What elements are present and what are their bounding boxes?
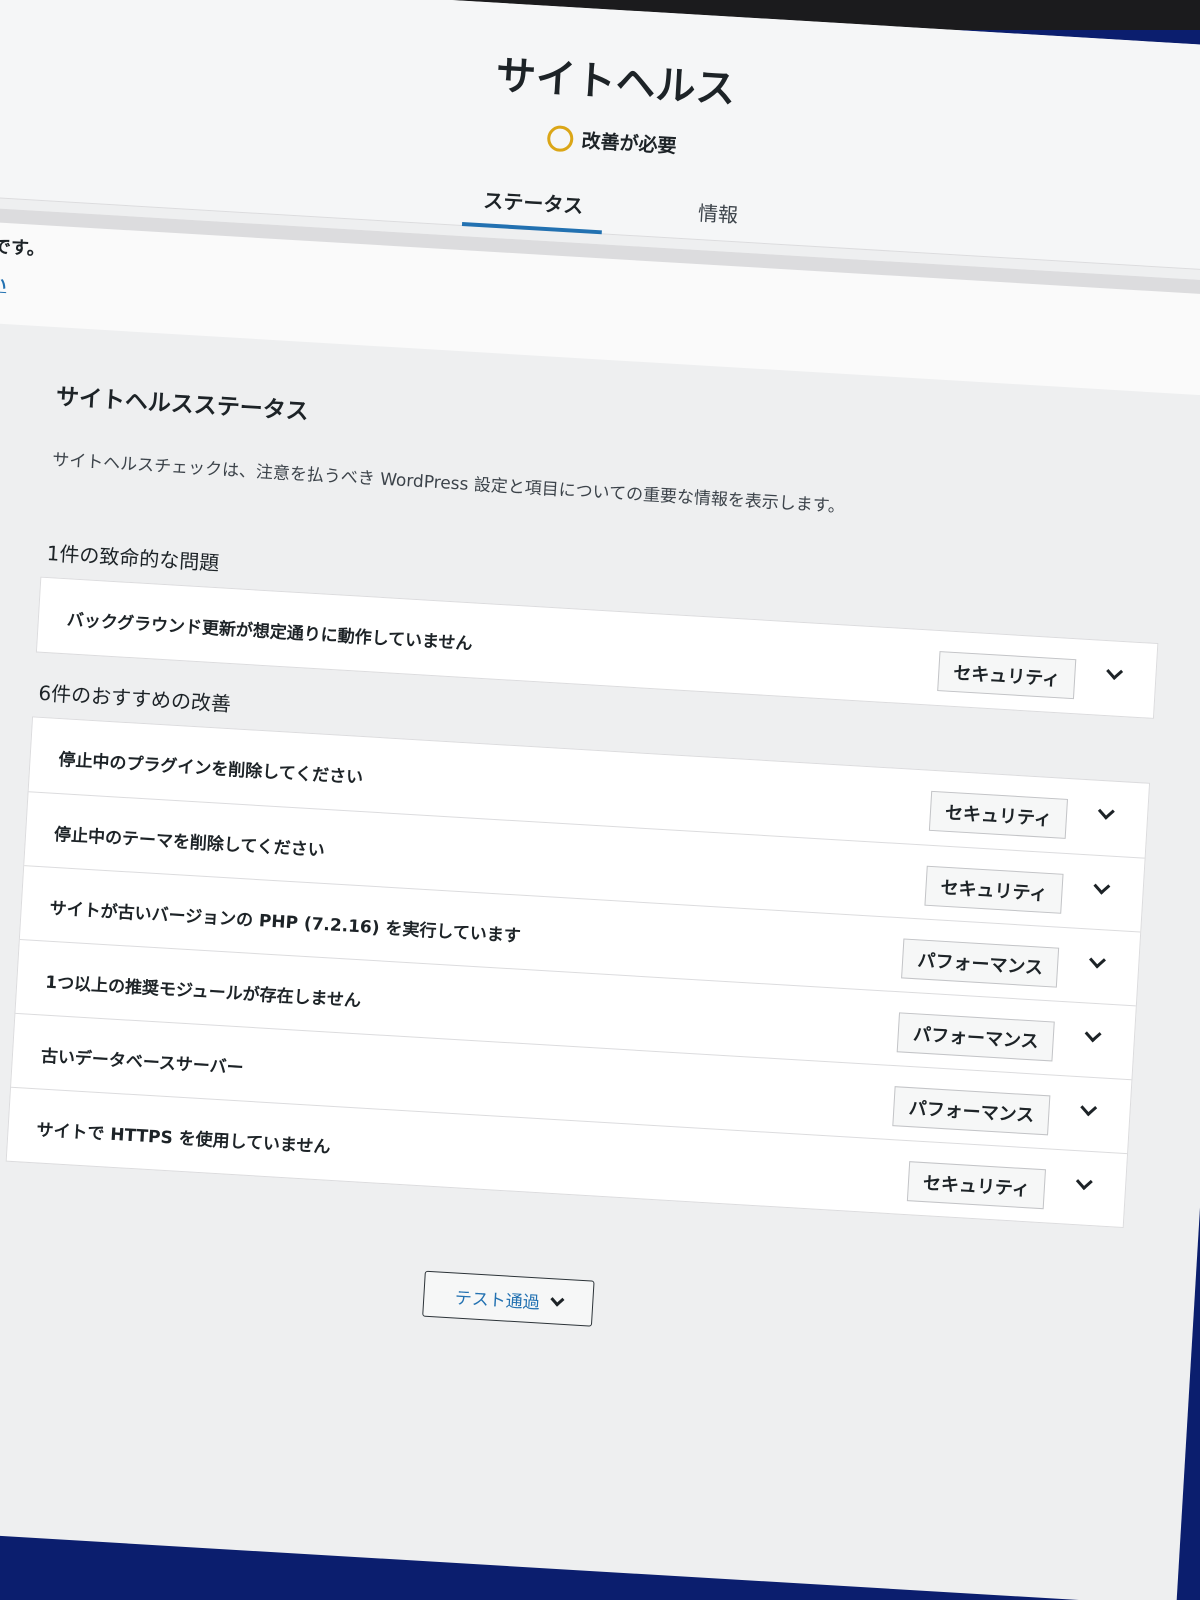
issue-title: 停止中のプラグインを削除してください: [57, 750, 364, 789]
notice-text: 能です。: [0, 235, 46, 261]
category-badge: パフォーマンス: [892, 1086, 1051, 1136]
notice-link[interactable]: ない: [0, 269, 7, 296]
issue-title: 停止中のテーマを削除してください: [53, 824, 326, 861]
recommended-improvements-list: 停止中のプラグインを削除してください セキュリティ 停止中のテーマを削除してくだ…: [5, 716, 1151, 1229]
recommended-improvements-heading: 6件のおすすめの改善: [37, 680, 232, 717]
chevron-down-icon: [549, 1292, 564, 1307]
category-badge: パフォーマンス: [897, 1012, 1055, 1062]
page-title: サイトヘルス: [494, 52, 737, 113]
chevron-down-icon[interactable]: [1093, 877, 1111, 895]
chevron-down-icon[interactable]: [1075, 1173, 1093, 1191]
passed-tests-label: テスト通過: [454, 1287, 541, 1313]
passed-tests-button[interactable]: テスト通過: [422, 1270, 595, 1327]
issue-title: サイトが古いバージョンの PHP (7.2.16) を実行しています: [49, 898, 522, 947]
site-health-screen: サイトヘルス 改善が必要 ステータス 情報 能です。 ない サイトヘルスステータ…: [0, 0, 1200, 1600]
category-badge: セキュリティ: [937, 651, 1077, 700]
tab-info[interactable]: 情報: [647, 182, 790, 245]
issue-title: 古いデータベースサーバー: [40, 1046, 245, 1079]
section-title: サイトヘルスステータス: [55, 384, 310, 426]
chevron-down-icon[interactable]: [1080, 1099, 1098, 1117]
chevron-down-icon[interactable]: [1089, 951, 1106, 969]
health-status: 改善が必要: [502, 121, 723, 161]
chevron-down-icon[interactable]: [1106, 663, 1124, 680]
section-description: サイトヘルスチェックは、注意を払うべき WordPress 設定と項目についての…: [51, 450, 846, 518]
status-text: 改善が必要: [580, 129, 678, 158]
category-badge: パフォーマンス: [901, 938, 1060, 988]
chevron-down-icon[interactable]: [1097, 802, 1115, 820]
issue-title: サイトで HTTPS を使用していません: [35, 1120, 331, 1158]
status-ring-icon: [547, 124, 575, 152]
chevron-down-icon[interactable]: [1084, 1025, 1102, 1043]
issue-title: バックグラウンド更新が想定通りに動作していません: [66, 610, 474, 655]
category-badge: セキュリティ: [928, 790, 1068, 839]
tab-status[interactable]: ステータス: [461, 171, 605, 235]
issue-title: 1つ以上の推奨モジュールが存在しません: [44, 972, 362, 1012]
critical-issues-heading: 1件の致命的な問題: [46, 540, 220, 576]
category-badge: セキュリティ: [924, 865, 1064, 914]
tab-bar: ステータス 情報: [461, 171, 790, 245]
category-badge: セキュリティ: [906, 1161, 1046, 1210]
